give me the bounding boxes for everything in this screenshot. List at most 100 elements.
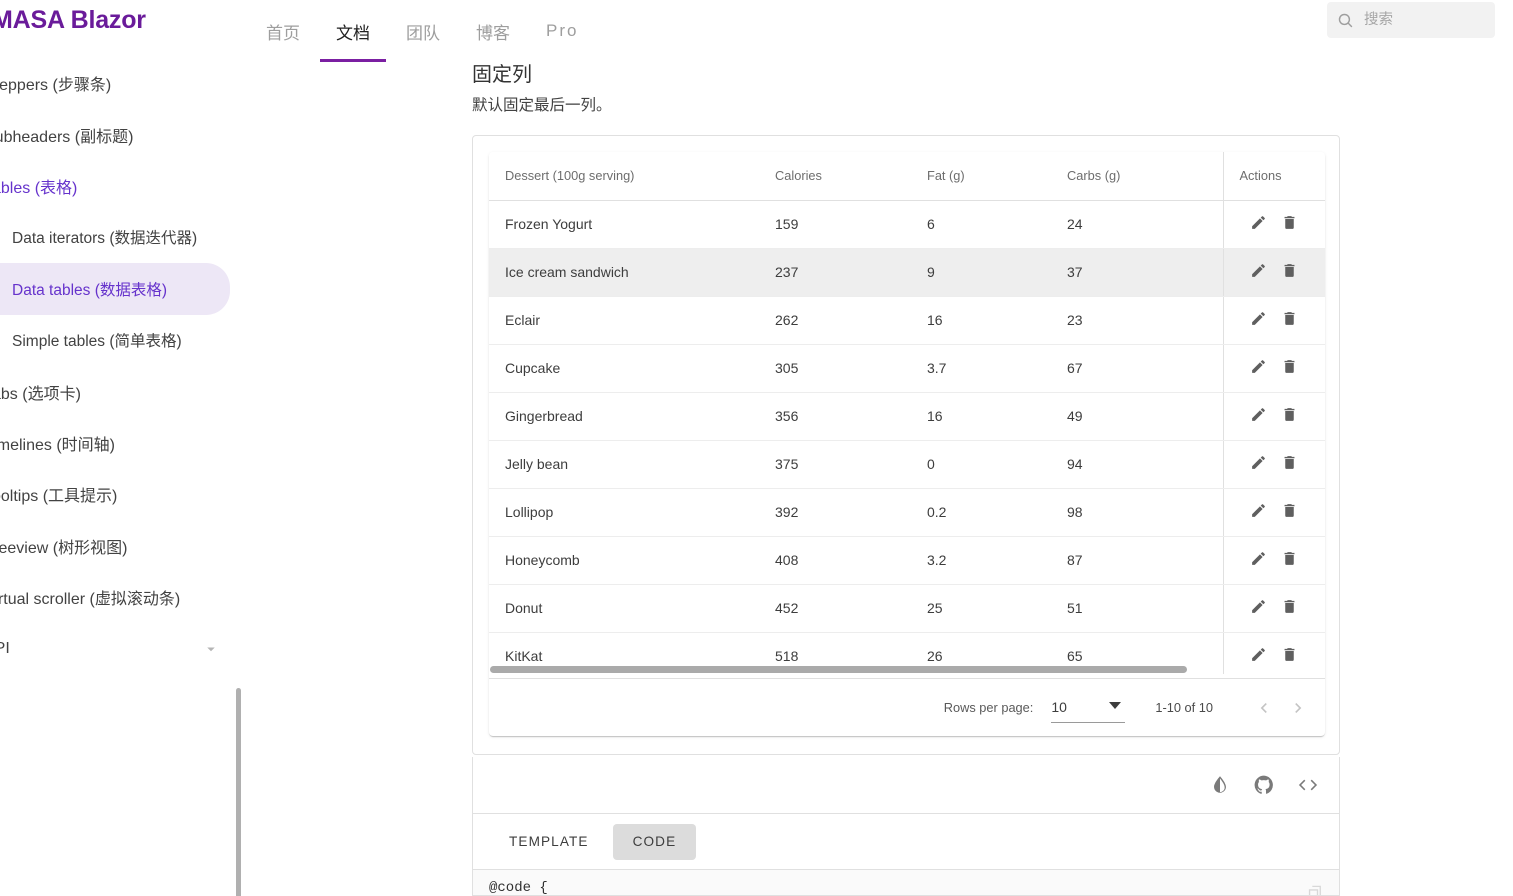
table-row[interactable]: Honeycomb 408 3.2 87 [489,536,1325,585]
edit-button[interactable] [1250,358,1267,378]
sidebar-item-subheaders[interactable]: Subheaders (副标题) [0,109,242,160]
sidebar-item-data-iterators[interactable]: Data iterators (数据迭代器) [0,212,242,263]
delete-button[interactable] [1281,502,1298,522]
chevron-down-icon [1109,701,1122,709]
pagination-next-button[interactable] [1281,691,1315,725]
sidebar-item-treeview[interactable]: Treeview (树形视图) [0,520,242,571]
table-row[interactable]: Gingerbread 356 16 49 [489,392,1325,441]
table-footer: Rows per page: 10 1-10 of 10 [489,678,1325,736]
cell-dessert: Eclair [489,296,759,345]
edit-button[interactable] [1250,646,1267,666]
edit-button[interactable] [1250,262,1267,282]
nav-item-team[interactable]: 团队 [388,0,458,62]
cell-dessert: Frozen Yogurt [489,200,759,249]
table-row[interactable]: Ice cream sandwich 237 9 37 [489,248,1325,297]
edit-button[interactable] [1250,550,1267,570]
nav-item-pro[interactable]: Pro [528,0,596,62]
sidebar-item-tooltips[interactable]: Tooltips (工具提示) [0,469,242,520]
page-subtitle: 默认固定最后一列。 [472,97,612,114]
rows-per-page-select[interactable]: 10 [1051,693,1126,723]
copy-icon[interactable] [1306,884,1325,896]
cell-carbs: 87 [1051,536,1223,585]
col-header-carbs[interactable]: Carbs (g) [1051,152,1223,201]
delete-button[interactable] [1281,646,1298,666]
cell-calories: 305 [759,344,911,393]
table-row[interactable]: Frozen Yogurt 159 6 24 [489,200,1325,249]
col-header-dessert[interactable]: Dessert (100g serving) [489,152,759,201]
row-actions [1240,502,1310,522]
sidebar-item-steppers[interactable]: Steppers (步骤条) [0,62,242,109]
data-table-card: Dessert (100g serving) Calories Fat (g) … [489,152,1325,736]
chevron-right-icon [1295,702,1302,713]
delete-icon [1284,408,1295,421]
example-tabs: TEMPLATE CODE [472,814,1340,870]
edit-button[interactable] [1250,310,1267,330]
delete-button[interactable] [1281,262,1298,282]
cell-calories: 356 [759,392,911,441]
delete-button[interactable] [1281,214,1298,234]
tab-code[interactable]: CODE [612,823,697,860]
col-header-calories[interactable]: Calories [759,152,911,201]
delete-button[interactable] [1281,598,1298,618]
chevron-down-icon [207,647,215,651]
edit-button[interactable] [1250,598,1267,618]
pagination-prev-button[interactable] [1247,691,1281,725]
table-row[interactable]: Eclair 262 16 23 [489,296,1325,345]
sidebar-item-data-tables[interactable]: Data tables (数据表格) [0,263,230,315]
table-row[interactable]: Jelly bean 375 0 94 [489,440,1325,489]
cell-fat: 16 [911,392,1051,441]
row-actions [1240,550,1310,570]
sidebar-item-virtual-scroller[interactable]: Virtual scroller (虚拟滚动条) [0,571,242,622]
edit-button[interactable] [1250,454,1267,474]
table-head: Dessert (100g serving) Calories Fat (g) … [489,152,1325,201]
edit-button[interactable] [1250,214,1267,234]
col-header-fat[interactable]: Fat (g) [911,152,1051,201]
code-content: @code { [489,880,548,896]
row-actions [1240,598,1310,618]
delete-button[interactable] [1281,358,1298,378]
github-button[interactable] [1253,774,1275,796]
cell-carbs: 37 [1051,248,1223,297]
edit-icon [1252,648,1266,662]
cell-actions [1222,248,1325,297]
brand-logo[interactable]: MASA Blazor [0,6,146,35]
cell-actions [1222,392,1325,441]
cell-carbs: 98 [1051,488,1223,537]
sidebar-item-timelines[interactable]: Timelines (时间轴) [0,417,242,468]
edit-icon [1252,504,1266,517]
tab-template[interactable]: TEMPLATE [489,824,609,860]
search-input[interactable] [1362,11,1482,29]
search-box[interactable] [1327,2,1495,38]
table-row[interactable]: Donut 452 25 51 [489,584,1325,633]
edit-button[interactable] [1250,406,1267,426]
nav-item-home[interactable]: 首页 [248,0,318,62]
table-row[interactable]: Lollipop 392 0.2 98 [489,488,1325,537]
cell-dessert: Jelly bean [489,440,759,489]
sidebar-scrollbar[interactable] [236,688,241,896]
cell-actions [1222,632,1325,674]
sidebar-item-tabs[interactable]: Tabs (选项卡) [0,366,242,417]
nav-item-docs[interactable]: 文档 [318,0,388,62]
nav-item-blog[interactable]: 博客 [458,0,528,62]
row-actions [1240,358,1310,378]
sidebar-item-tables[interactable]: Tables (表格) [0,160,242,211]
delete-button[interactable] [1281,550,1298,570]
view-code-button[interactable] [1297,774,1319,796]
delete-icon [1284,216,1295,229]
delete-button[interactable] [1281,406,1298,426]
sidebar-item-api[interactable]: API [0,623,242,674]
rows-per-page-label: Rows per page: [943,700,1034,715]
row-actions [1240,646,1310,666]
table-horizontal-scrollbar-thumb[interactable] [490,666,1187,673]
cell-fat: 0.2 [911,488,1051,537]
sidebar-item-simple-tables[interactable]: Simple tables (简单表格) [0,315,242,366]
edit-icon [1252,600,1266,613]
table-row[interactable]: Cupcake 305 3.7 67 [489,344,1325,393]
theme-toggle-button[interactable] [1209,774,1231,796]
delete-button[interactable] [1281,310,1298,330]
edit-button[interactable] [1250,502,1267,522]
cell-dessert: Donut [489,584,759,633]
table-body: Frozen Yogurt 159 6 24 Ice cream sandwich 237… [489,200,1325,674]
delete-button[interactable] [1281,454,1298,474]
table-horizontal-scrollbar[interactable] [489,665,1223,674]
